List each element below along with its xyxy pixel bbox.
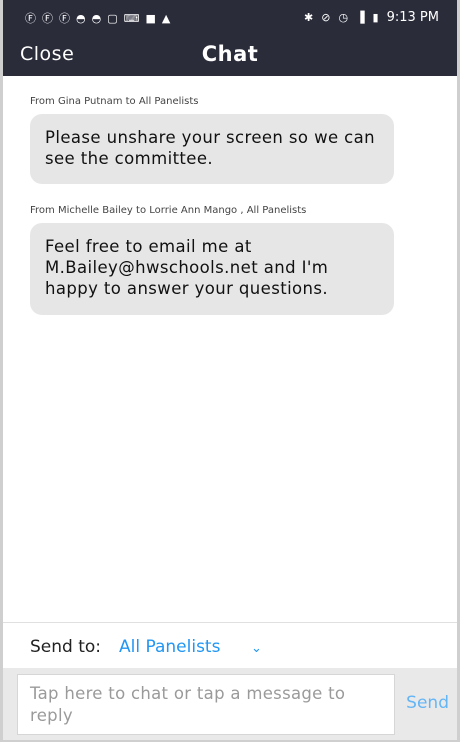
send-to-dropdown[interactable]: All Panelists xyxy=(119,637,220,657)
message-bubble[interactable]: Feel free to email me at M.Bailey@hwscho… xyxy=(30,223,394,315)
app-frame: Ⓕ Ⓕ Ⓕ ◓ ◓ ▢ ⌨ ■ ▲ ✱ ⊘ ◷ ▐ ▮ 9:13 PM Clos… xyxy=(0,0,460,742)
chat-header: Close Chat xyxy=(3,38,457,76)
message-sender: From Michelle Bailey to Lorrie Ann Mango… xyxy=(30,205,307,216)
composer-bar: Tap here to chat or tap a message to rep… xyxy=(3,668,457,740)
status-right-icons: ✱ ⊘ ◷ ▐ ▮ 9:13 PM xyxy=(304,10,439,25)
mute-icon: ⊘ xyxy=(321,11,331,24)
facebook-icon: Ⓕ xyxy=(42,12,53,25)
page-title: Chat xyxy=(201,42,259,66)
messenger-icon: ◓ xyxy=(91,12,102,25)
message-list: From Gina Putnam to All Panelists Please… xyxy=(3,76,457,620)
alarm-icon: ◷ xyxy=(338,11,349,24)
chat-input[interactable]: Tap here to chat or tap a message to rep… xyxy=(17,674,395,735)
bluetooth-icon: ✱ xyxy=(304,11,314,24)
facebook-icon: Ⓕ xyxy=(25,12,36,25)
status-bar: Ⓕ Ⓕ Ⓕ ◓ ◓ ▢ ⌨ ■ ▲ ✱ ⊘ ◷ ▐ ▮ 9:13 PM xyxy=(3,0,457,38)
messenger-icon: ◓ xyxy=(76,12,86,25)
message-sender: From Gina Putnam to All Panelists xyxy=(30,96,199,107)
send-button[interactable]: Send xyxy=(406,693,449,713)
notification-icon: ▲ xyxy=(161,12,171,25)
facebook-icon: Ⓕ xyxy=(59,12,70,25)
battery-icon: ▮ xyxy=(372,11,379,24)
send-to-label: Send to: xyxy=(30,637,102,657)
status-left-icons: Ⓕ Ⓕ Ⓕ ◓ ◓ ▢ ⌨ ■ ▲ xyxy=(25,13,170,25)
chevron-down-icon[interactable]: ⌄ xyxy=(251,641,262,656)
message-bubble[interactable]: Please unshare your screen so we can see… xyxy=(30,114,394,184)
status-time: 9:13 PM xyxy=(386,10,439,25)
video-icon: ■ xyxy=(145,12,156,25)
chat-icon: ▢ xyxy=(107,12,118,25)
keyboard-icon: ⌨ xyxy=(123,12,140,25)
signal-icon: ▐ xyxy=(356,11,365,24)
send-to-bar: Send to: All Panelists ⌄ xyxy=(3,622,457,669)
